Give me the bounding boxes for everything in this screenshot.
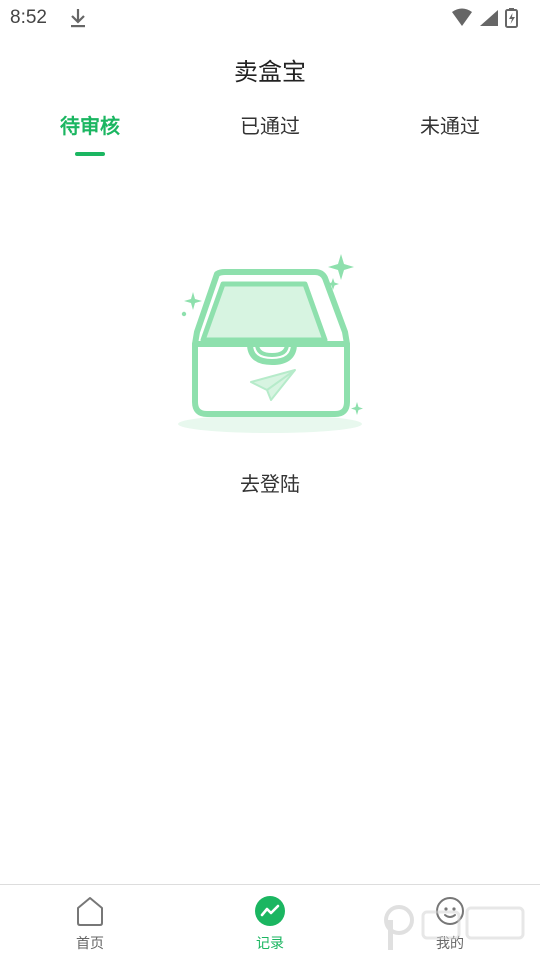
- wifi-icon: [452, 8, 472, 26]
- nav-label-records: 记录: [256, 936, 284, 952]
- sparkle-icon: [184, 292, 202, 310]
- nav-item-records[interactable]: 记录: [220, 895, 320, 957]
- home-icon: [77, 897, 103, 926]
- tab-bar: 待审核 已通过 未通过: [0, 110, 540, 162]
- go-login-link[interactable]: 去登陆: [0, 468, 540, 497]
- empty-inbox-illustration: [178, 254, 363, 433]
- tab-rejected[interactable]: 未通过: [360, 110, 540, 139]
- active-tab-indicator: [75, 152, 105, 156]
- tab-pending-review[interactable]: 待审核: [0, 110, 180, 139]
- tab-approved[interactable]: 已通过: [180, 110, 360, 139]
- signal-icon: [480, 10, 498, 26]
- status-time: 8:52: [10, 7, 47, 28]
- status-icons: [452, 8, 518, 28]
- download-icon: [71, 9, 85, 28]
- chart-trend-icon: [255, 896, 285, 926]
- nav-item-home[interactable]: 首页: [40, 895, 140, 957]
- nav-label-home: 首页: [76, 936, 104, 952]
- status-bar: 8:52: [0, 0, 540, 36]
- watermark-logo: [384, 905, 525, 950]
- sparkle-icon: [351, 402, 363, 415]
- sparkle-icon: [328, 254, 354, 280]
- page-title: 卖盒宝: [234, 58, 306, 86]
